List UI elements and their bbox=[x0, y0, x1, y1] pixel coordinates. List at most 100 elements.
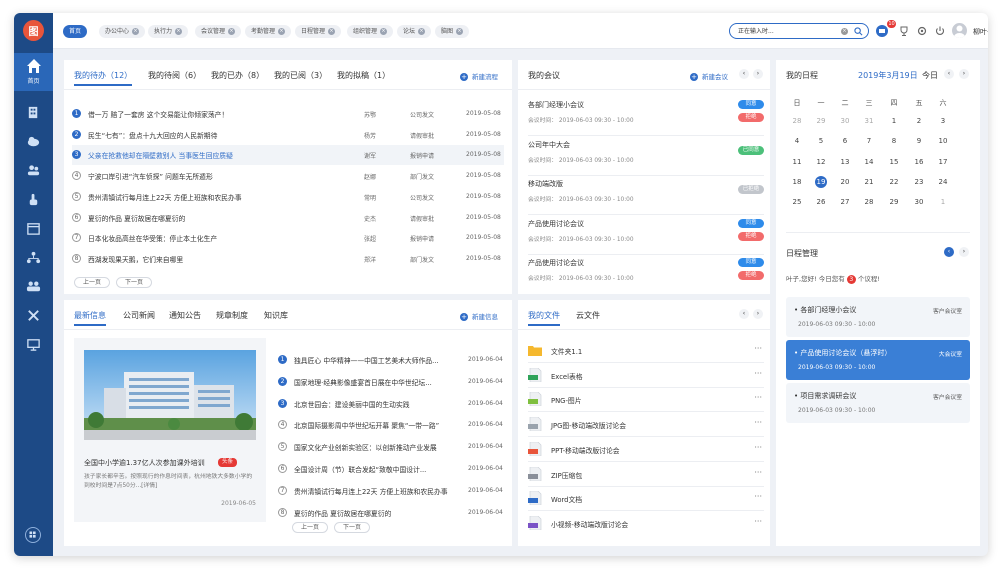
message-icon[interactable] bbox=[876, 25, 888, 37]
todo-tab-1[interactable]: 我的待阅（6） bbox=[148, 70, 201, 81]
avatar[interactable] bbox=[952, 23, 967, 38]
meeting-item[interactable]: 移动端改版 会议时间： 2019-06-03 09:30 - 10:00 已拒绝 bbox=[528, 177, 764, 217]
close-icon[interactable]: × bbox=[278, 28, 286, 35]
todo-tab-2[interactable]: 我的已办（8） bbox=[211, 70, 264, 81]
calendar-day[interactable]: 16 bbox=[910, 158, 928, 166]
calendar-day[interactable]: 27 bbox=[836, 198, 854, 206]
meeting-action-button[interactable]: 已拒绝 bbox=[738, 185, 764, 194]
todo-row[interactable]: 1 借一万 赔了一套房 这个交易能让你倾家荡产！ 苏鄂 公司发文 2019-05-08 bbox=[72, 104, 504, 124]
calendar-day[interactable]: 12 bbox=[812, 158, 830, 166]
news-tab-0[interactable]: 最新信息 bbox=[74, 310, 106, 326]
calendar-day[interactable]: 31 bbox=[860, 117, 878, 125]
files-tab-1[interactable]: 云文件 bbox=[576, 310, 600, 321]
search-icon[interactable] bbox=[854, 27, 863, 36]
schedule-item[interactable]: • 各部门经理小会议 客户会议室 2019-06-03 09:30 - 10:00 bbox=[786, 297, 970, 337]
file-name[interactable]: Word文档 bbox=[551, 494, 582, 504]
calendar-day[interactable]: 18 bbox=[788, 178, 806, 186]
news-row[interactable]: 3 北京世园会：建设美丽中国的生动实践 2019-06-04 bbox=[278, 394, 504, 414]
news-tab-4[interactable]: 知识库 bbox=[264, 310, 288, 321]
calendar-day[interactable]: 14 bbox=[860, 158, 878, 166]
meeting-action-button[interactable]: 拒绝 bbox=[738, 113, 764, 122]
file-name[interactable]: ZIP压缩包 bbox=[551, 470, 582, 480]
gear-icon[interactable] bbox=[916, 25, 928, 37]
todo-title[interactable]: 父亲在抢救他却在隔壁救别人 当事医生回应质疑 bbox=[88, 150, 233, 160]
close-icon[interactable]: × bbox=[328, 28, 336, 35]
todo-row[interactable]: 8 西湖发现果天鹅，它们来自哪里 郑洋 部门发文 2019-05-08 bbox=[72, 249, 504, 269]
schedule-item[interactable]: • 产品使用讨论会议（悬浮时） 大会议室 2019-06-03 09:30 - 10… bbox=[786, 340, 970, 380]
todo-row[interactable]: 6 夏衍的作品 夏衍故居在哪夏衍的 史杰 请假审批 2019-05-08 bbox=[72, 208, 504, 228]
chevron-left-icon[interactable]: ‹ bbox=[944, 247, 954, 257]
news-tab-2[interactable]: 通知公告 bbox=[169, 310, 201, 321]
news-row[interactable]: 7 贵州清镇试行每月连上22天 方便上班族和农民办事 2019-06-04 bbox=[278, 481, 504, 501]
calendar-day[interactable]: 30 bbox=[910, 198, 928, 206]
close-icon[interactable]: × bbox=[228, 28, 236, 35]
news-title[interactable]: 国家文化产业创新实验区：以创新推动产业发展 bbox=[294, 442, 437, 452]
calendar-day[interactable]: 9 bbox=[910, 137, 928, 145]
top-tab-2[interactable]: 执行力 × bbox=[148, 25, 189, 38]
todo-row[interactable]: 4 宁波口岸引进“汽车侦探” 问题车无所遁形 赵娜 部门发文 2019-05-08 bbox=[72, 166, 504, 186]
calendar-day[interactable]: 11 bbox=[788, 158, 806, 166]
more-icon[interactable]: ··· bbox=[754, 393, 762, 402]
calendar-day[interactable]: 21 bbox=[860, 178, 878, 186]
sidebar-item-building[interactable] bbox=[26, 105, 41, 120]
calendar-day[interactable]: 20 bbox=[836, 178, 854, 186]
calendar-day[interactable]: 29 bbox=[812, 117, 830, 125]
meeting-title[interactable]: 产品使用讨论会议 bbox=[528, 219, 584, 229]
file-item[interactable]: PPT-移动端改版讨论会 ··· bbox=[528, 439, 764, 461]
calendar-day[interactable]: 7 bbox=[860, 137, 878, 145]
calendar-day[interactable]: 4 bbox=[788, 137, 806, 145]
todo-title[interactable]: 西湖发现果天鹅，它们来自哪里 bbox=[88, 254, 183, 264]
close-icon[interactable]: × bbox=[456, 28, 464, 35]
sidebar-item-calendar[interactable] bbox=[26, 221, 41, 236]
meeting-item[interactable]: 公司年中大会 会议时间： 2019-06-03 09:30 - 10:00 已同意 bbox=[528, 138, 764, 178]
file-name[interactable]: PNG-图片 bbox=[551, 395, 582, 405]
todo-title[interactable]: 夏衍的作品 夏衍故居在哪夏衍的 bbox=[88, 213, 185, 223]
meeting-item[interactable]: 产品使用讨论会议 会议时间： 2019-06-03 09:30 - 10:00 同意… bbox=[528, 217, 764, 257]
calendar-day[interactable]: 29 bbox=[885, 198, 903, 206]
news-row[interactable]: 5 国家文化产业创新实验区：以创新推动产业发展 2019-06-04 bbox=[278, 437, 504, 457]
calendar-day[interactable]: 22 bbox=[885, 178, 903, 186]
chevron-left-icon[interactable]: ‹ bbox=[739, 309, 749, 319]
news-title[interactable]: 北京国际摄影周中华世纪坛开幕 聚焦“一带一路” bbox=[294, 420, 439, 430]
calendar-day[interactable]: 28 bbox=[860, 198, 878, 206]
more-icon[interactable]: ··· bbox=[754, 443, 762, 452]
news-row[interactable]: 6 全国设计周（节）联合发起“致敬中国设计... 2019-06-04 bbox=[278, 459, 504, 479]
file-item[interactable]: Excel表格 ··· bbox=[528, 365, 764, 387]
sidebar-item-tools[interactable] bbox=[26, 308, 41, 323]
meeting-action-button[interactable]: 同意 bbox=[738, 258, 764, 267]
news-row[interactable]: 1 独具匠心 中华精神——中国工艺美术大师作品... 2019-06-04 bbox=[278, 350, 504, 370]
app-logo[interactable]: 图 bbox=[23, 20, 44, 41]
search-box[interactable]: × bbox=[729, 23, 869, 39]
todo-title[interactable]: 民生“七有”：盘点十九大回应的人民新期待 bbox=[88, 130, 217, 140]
todo-title[interactable]: 宁波口岸引进“汽车侦探” 问题车无所遁形 bbox=[88, 171, 213, 181]
news-row[interactable]: 8 夏衍的作品 夏衍故居在哪夏衍的 2019-06-04 bbox=[278, 503, 504, 523]
search-input[interactable] bbox=[738, 27, 838, 34]
top-tab-3[interactable]: 会议管理 × bbox=[195, 25, 242, 38]
chevron-right-icon[interactable]: › bbox=[959, 69, 969, 79]
meeting-title[interactable]: 公司年中大会 bbox=[528, 140, 570, 150]
calendar-day[interactable]: 1 bbox=[934, 198, 952, 206]
top-tab-7[interactable]: 论坛 × bbox=[397, 25, 432, 38]
news-title[interactable]: 独具匠心 中华精神——中国工艺美术大师作品... bbox=[294, 355, 439, 365]
files-tab-0[interactable]: 我的文件 bbox=[528, 310, 560, 326]
meeting-action-button[interactable]: 同意 bbox=[738, 218, 764, 228]
news-row[interactable]: 2 国家地理·经典影像盛宴首日展在中华世纪坛... 2019-06-04 bbox=[278, 372, 504, 392]
top-tab-5[interactable]: 日程管理 × bbox=[295, 25, 342, 38]
calendar-day[interactable]: 30 bbox=[836, 117, 854, 125]
next-page-button[interactable]: 下一页 bbox=[334, 522, 371, 533]
todo-row[interactable]: 3 父亲在抢救他却在隔壁救别人 当事医生回应质疑 谢军 报销申请 2019-05-08 bbox=[72, 145, 504, 166]
close-icon[interactable]: × bbox=[380, 28, 388, 35]
today-button[interactable]: 今日 bbox=[922, 70, 938, 81]
close-icon[interactable]: × bbox=[132, 28, 140, 35]
file-item[interactable]: JPG图-移动端改版讨论会 ··· bbox=[528, 414, 764, 436]
file-item[interactable]: 小视频-移动端改版讨论会 ··· bbox=[528, 513, 764, 535]
sidebar-item-touch[interactable] bbox=[26, 192, 41, 207]
chevron-left-icon[interactable]: ‹ bbox=[739, 69, 749, 79]
new-process-button[interactable]: + 新建流程 bbox=[460, 71, 498, 81]
close-icon[interactable]: × bbox=[418, 28, 426, 35]
meeting-action-button[interactable]: 拒绝 bbox=[738, 231, 764, 241]
file-name[interactable]: 文件夹1.1 bbox=[551, 346, 582, 356]
meeting-action-button[interactable]: 已同意 bbox=[738, 145, 764, 155]
file-item[interactable]: PNG-图片 ··· bbox=[528, 389, 764, 411]
featured-news-title[interactable]: 全国中小学逾1.37亿人次参加课外培训 bbox=[84, 458, 205, 468]
